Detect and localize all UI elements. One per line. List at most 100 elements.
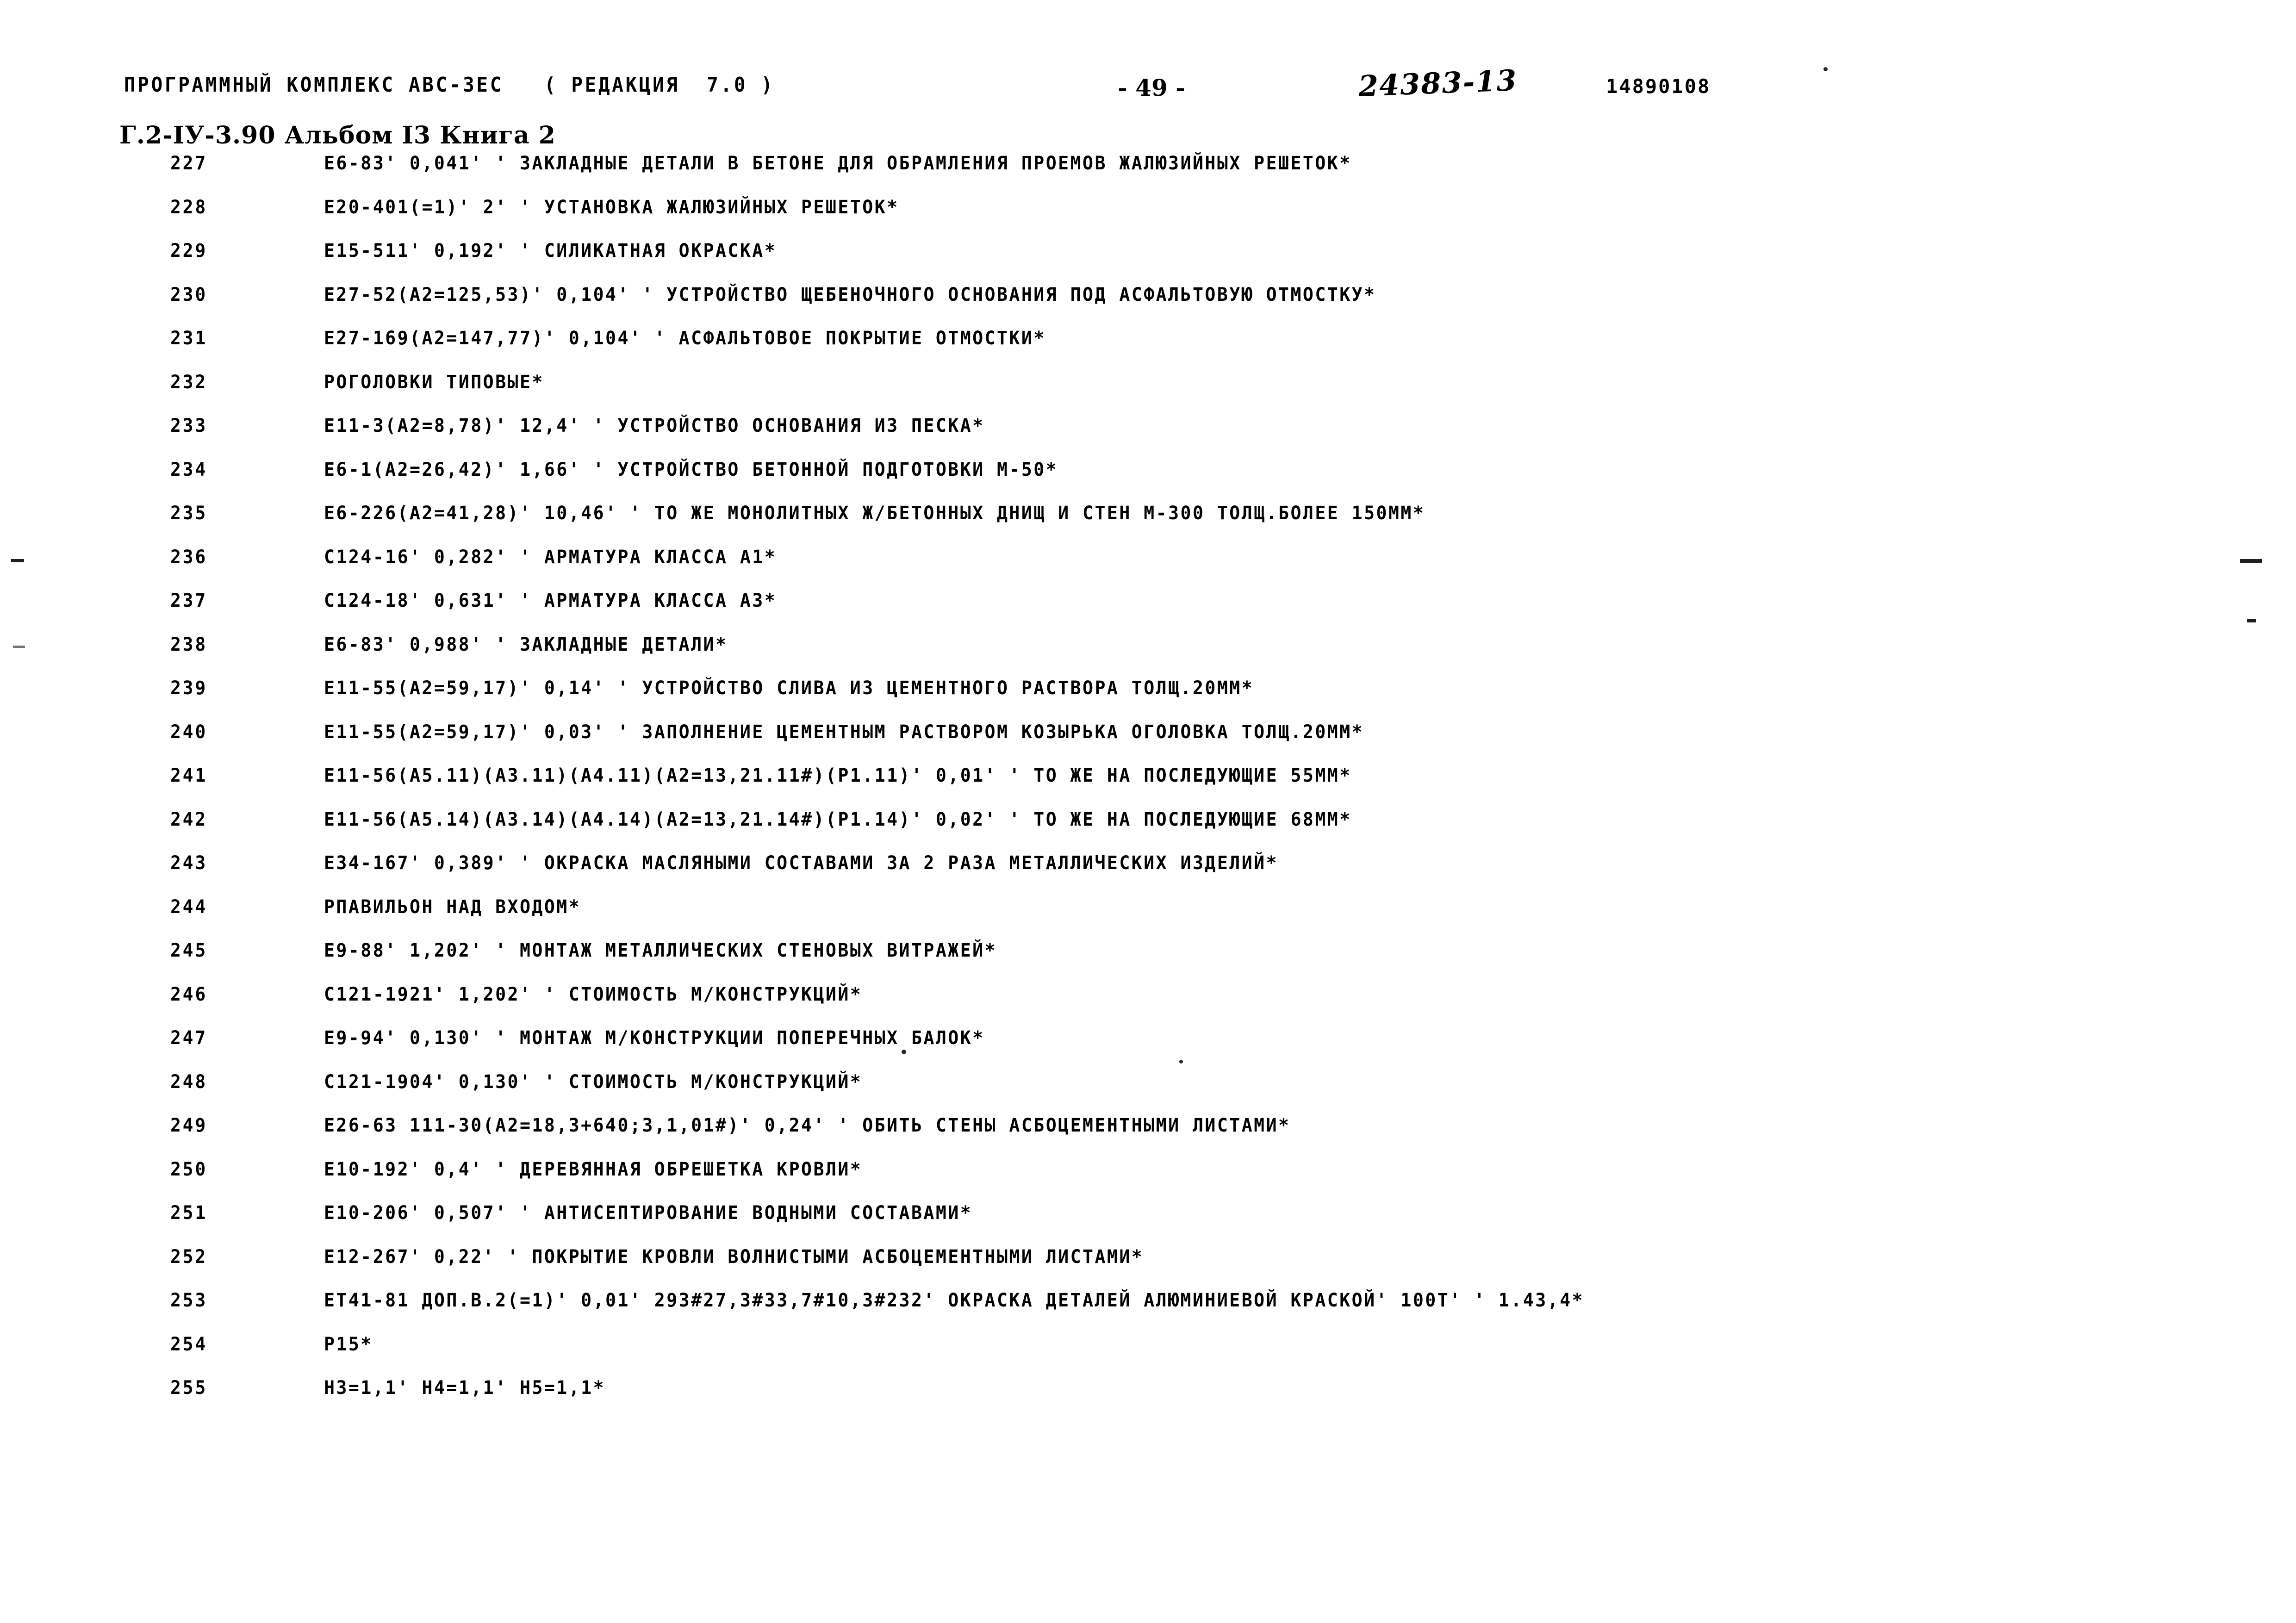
handwritten-document-number: 24383-13 [1357,63,1518,103]
estimate-row: 242 Е11-56(А5.14)(А3.14)(А4.14)(А2=13,21.… [0,809,2296,853]
estimate-row-number: 227 [170,153,208,174]
estimate-row-number: 242 [170,808,208,830]
estimate-row-text: Е27-169(А2=147,77)' 0,104' ' АСФАЛЬТОВОЕ… [324,328,1046,349]
estimate-row-text: Е11-56(А5.14)(А3.14)(А4.14)(А2=13,21.14#… [324,808,1352,830]
scan-artifact-speck [1823,67,1828,71]
estimate-row-text: Е10-206' 0,507' ' АНТИСЕПТИРОВАНИЕ ВОДНЫ… [324,1202,973,1224]
estimate-row-text: С124-18' 0,631' ' АРМАТУРА КЛАССА А3* [324,590,777,611]
estimate-row-text: С121-1921' 1,202' ' СТОИМОСТЬ М/КОНСТРУК… [324,983,863,1005]
estimate-row-text: Е6-83' 0,988' ' ЗАКЛАДНЫЕ ДЕТАЛИ* [324,634,728,655]
estimate-row: 240 Е11-55(А2=59,17)' 0,03' ' ЗАПОЛНЕНИЕ … [0,721,2296,765]
estimate-row-number: 235 [170,503,208,524]
estimate-row-text: Е11-56(А5.11)(А3.11)(А4.11)(А2=13,21.11#… [324,765,1352,786]
estimate-row-text: Е26-63 111-30(А2=18,3+640;3,1,01#)' 0,24… [324,1115,1291,1136]
estimate-row-number: 252 [170,1246,208,1268]
estimate-row-text: Е27-52(А2=125,53)' 0,104' ' УСТРОЙСТВО Щ… [324,284,1376,305]
scan-artifact-speck [902,1050,906,1054]
estimate-row: 243 Е34-167' 0,389' ' ОКРАСКА МАСЛЯНЫМИ С… [0,852,2296,896]
estimate-row: 238 Е6-83' 0,988' ' ЗАКЛАДНЫЕ ДЕТАЛИ* [0,634,2296,678]
estimate-row: 250 Е10-192' 0,4' ' ДЕРЕВЯННАЯ ОБРЕШЕТКА … [0,1159,2296,1203]
estimate-row-text: Е10-192' 0,4' ' ДЕРЕВЯННАЯ ОБРЕШЕТКА КРО… [324,1158,863,1180]
estimate-row-number: 238 [170,634,208,655]
estimate-row: 253 ЕТ41-81 ДОП.В.2(=1)' 0,01' 293#27,3#3… [0,1290,2296,1334]
scan-artifact-right-dash [2247,619,2256,622]
estimate-row-number: 228 [170,196,208,218]
estimate-row-text: Е15-511' 0,192' ' СИЛИКАТНАЯ ОКРАСКА* [324,240,777,261]
estimate-row: 249 Е26-63 111-30(А2=18,3+640;3,1,01#)' 0… [0,1115,2296,1159]
album-book-line: Г.2-IУ-3.90 Альбом I3 Книга 2 [119,121,556,149]
estimate-row: 255 Н3=1,1' Н4=1,1' Н5=1,1* [0,1377,2296,1421]
estimate-row-text: Е6-83' 0,041' ' ЗАКЛАДНЫЕ ДЕТАЛИ В БЕТОН… [324,153,1352,174]
estimate-row: 230 Е27-52(А2=125,53)' 0,104' ' УСТРОЙСТВ… [0,284,2296,328]
estimate-row-text: Р15* [324,1333,373,1355]
estimate-row: 241 Е11-56(А5.11)(А3.11)(А4.11)(А2=13,21.… [0,765,2296,809]
estimate-row-number: 230 [170,284,208,305]
estimate-row: 232 РОГОЛОВКИ ТИПОВЫЕ* [0,372,2296,416]
scan-artifact-left-dash [13,646,25,648]
estimate-row-number: 229 [170,240,208,261]
estimate-row-text: РОГОЛОВКИ ТИПОВЫЕ* [324,371,544,393]
estimate-row-number: 233 [170,415,208,436]
estimate-row-number: 231 [170,328,208,349]
estimate-row: 254 Р15* [0,1334,2296,1378]
program-title-line: ПРОГРАММНЫЙ КОМПЛЕКС АВС-3ЕС ( РЕДАКЦИЯ … [124,73,775,97]
estimate-row-number: 234 [170,459,208,480]
scanned-document-page: ПРОГРАММНЫЙ КОМПЛЕКС АВС-3ЕС ( РЕДАКЦИЯ … [0,0,2296,1623]
estimate-row-text: С124-16' 0,282' ' АРМАТУРА КЛАССА А1* [324,546,777,568]
estimate-row: 233 Е11-3(А2=8,78)' 12,4' ' УСТРОЙСТВО ОС… [0,415,2296,459]
estimate-row: 252 Е12-267' 0,22' ' ПОКРЫТИЕ КРОВЛИ ВОЛН… [0,1246,2296,1290]
estimate-row-text: Е34-167' 0,389' ' ОКРАСКА МАСЛЯНЫМИ СОСТ… [324,852,1279,874]
estimate-row-text: Е9-88' 1,202' ' МОНТАЖ МЕТАЛЛИЧЕСКИХ СТЕ… [324,940,997,961]
stamp-code: 14890108 [1606,75,1711,98]
page-header: ПРОГРАММНЫЙ КОМПЛЕКС АВС-3ЕС ( РЕДАКЦИЯ … [0,0,2296,153]
estimate-row-number: 249 [170,1115,208,1136]
estimate-row-text: Е11-55(А2=59,17)' 0,14' ' УСТРОЙСТВО СЛИ… [324,678,1254,699]
estimate-row-text: Е20-401(=1)' 2' ' УСТАНОВКА ЖАЛЮЗИЙНЫХ Р… [324,196,899,218]
estimate-row: 236 С124-16' 0,282' ' АРМАТУРА КЛАССА А1* [0,547,2296,591]
estimate-row-number: 241 [170,765,208,786]
estimate-row-text: Е11-55(А2=59,17)' 0,03' ' ЗАПОЛНЕНИЕ ЦЕМ… [324,721,1364,743]
scan-artifact-speck [1179,1060,1183,1063]
estimate-row: 231 Е27-169(А2=147,77)' 0,104' ' АСФАЛЬТО… [0,328,2296,372]
estimate-row: 227 Е6-83' 0,041' ' ЗАКЛАДНЫЕ ДЕТАЛИ В БЕ… [0,153,2296,197]
estimate-row: 237 С124-18' 0,631' ' АРМАТУРА КЛАССА А3* [0,590,2296,634]
estimate-row: 251 Е10-206' 0,507' ' АНТИСЕПТИРОВАНИЕ ВО… [0,1202,2296,1246]
estimate-row-number: 232 [170,371,208,393]
estimate-row-text: Е6-226(А2=41,28)' 10,46' ' ТО ЖЕ МОНОЛИТ… [324,503,1425,524]
estimate-row: 234 Е6-1(А2=26,42)' 1,66' ' УСТРОЙСТВО БЕ… [0,459,2296,503]
scan-artifact-left-dash [11,559,24,562]
estimate-row: 244 РПАВИЛЬОН НАД ВХОДОМ* [0,896,2296,940]
estimate-row-number: 248 [170,1071,208,1093]
estimate-row-number: 236 [170,546,208,568]
page-number: - 49 - [1118,74,1185,101]
estimate-row-text: Е12-267' 0,22' ' ПОКРЫТИЕ КРОВЛИ ВОЛНИСТ… [324,1246,1144,1268]
estimate-row: 246 С121-1921' 1,202' ' СТОИМОСТЬ М/КОНСТ… [0,984,2296,1028]
estimate-row-number: 237 [170,590,208,611]
estimate-row-number: 245 [170,940,208,961]
estimate-row: 229 Е15-511' 0,192' ' СИЛИКАТНАЯ ОКРАСКА* [0,240,2296,284]
estimate-row-number: 247 [170,1027,208,1049]
estimate-row-text: РПАВИЛЬОН НАД ВХОДОМ* [324,896,581,918]
estimate-row: 247 Е9-94' 0,130' ' МОНТАЖ М/КОНСТРУКЦИИ … [0,1027,2296,1071]
estimate-row-text: С121-1904' 0,130' ' СТОИМОСТЬ М/КОНСТРУК… [324,1071,863,1093]
estimate-row-number: 253 [170,1290,208,1311]
estimate-row-number: 246 [170,983,208,1005]
estimate-row: 239 Е11-55(А2=59,17)' 0,14' ' УСТРОЙСТВО … [0,678,2296,721]
estimate-row: 245 Е9-88' 1,202' ' МОНТАЖ МЕТАЛЛИЧЕСКИХ … [0,940,2296,984]
estimate-row-text: Н3=1,1' Н4=1,1' Н5=1,1* [324,1377,606,1399]
estimate-line-listing: 227 Е6-83' 0,041' ' ЗАКЛАДНЫЕ ДЕТАЛИ В БЕ… [0,153,2296,1421]
estimate-row-number: 239 [170,678,208,699]
estimate-row-text: ЕТ41-81 ДОП.В.2(=1)' 0,01' 293#27,3#33,7… [324,1290,1584,1311]
estimate-row-number: 254 [170,1333,208,1355]
estimate-row-number: 243 [170,852,208,874]
estimate-row-number: 255 [170,1377,208,1399]
estimate-row-number: 240 [170,721,208,743]
estimate-row-text: Е9-94' 0,130' ' МОНТАЖ М/КОНСТРУКЦИИ ПОП… [324,1027,985,1049]
estimate-row-text: Е11-3(А2=8,78)' 12,4' ' УСТРОЙСТВО ОСНОВ… [324,415,985,436]
estimate-row: 228 Е20-401(=1)' 2' ' УСТАНОВКА ЖАЛЮЗИЙНЫ… [0,197,2296,241]
scan-artifact-right-dash [2240,559,2262,563]
estimate-row-number: 251 [170,1202,208,1224]
estimate-row-text: Е6-1(А2=26,42)' 1,66' ' УСТРОЙСТВО БЕТОН… [324,459,1058,480]
estimate-row: 235 Е6-226(А2=41,28)' 10,46' ' ТО ЖЕ МОНО… [0,503,2296,547]
estimate-row: 248 С121-1904' 0,130' ' СТОИМОСТЬ М/КОНСТ… [0,1071,2296,1115]
